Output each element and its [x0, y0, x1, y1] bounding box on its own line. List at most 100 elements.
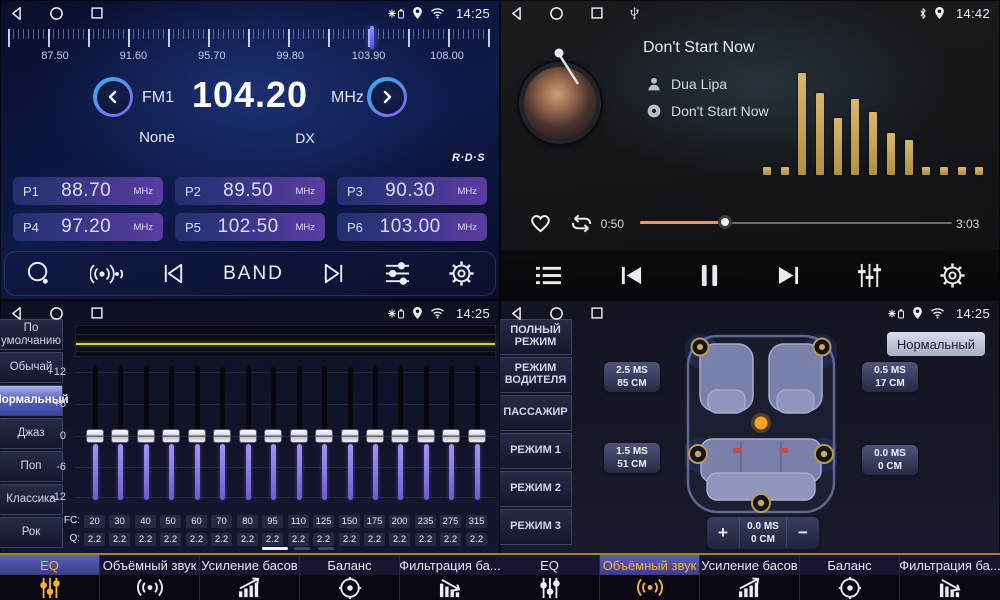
fc-value-13[interactable]: 200 [389, 515, 410, 528]
eq-band-slider-6[interactable] [209, 364, 235, 504]
preset-button-p3[interactable]: P3 90.30 MHz [337, 177, 487, 205]
fc-value-8[interactable]: 95 [262, 515, 283, 528]
preset-button-p2[interactable]: P2 89.50 MHz [175, 177, 325, 205]
eq-band-slider-3[interactable] [133, 364, 159, 504]
tab-eq[interactable]: EQ [0, 555, 100, 600]
preset-button-p1[interactable]: P1 88.70 MHz [13, 177, 163, 205]
eq-band-slider-7[interactable] [235, 364, 261, 504]
fc-value-16[interactable]: 315 [466, 515, 487, 528]
tab-balance[interactable]: Баланс [300, 555, 400, 600]
fc-value-9[interactable]: 110 [288, 515, 309, 528]
eq-band-slider-2[interactable] [107, 364, 133, 504]
q-value-6[interactable]: 2.2 [211, 533, 232, 546]
tab-bass-filter[interactable]: Фильтрация ба... [400, 555, 500, 600]
q-value-15[interactable]: 2.2 [440, 533, 461, 546]
tab-bass-boost[interactable]: Усиление басов [200, 555, 300, 600]
progress-knob[interactable] [718, 215, 732, 229]
mode-3[interactable]: РЕЖИМ 1 [500, 433, 572, 469]
preset-button-p5[interactable]: P5 102.50 MHz [175, 213, 325, 241]
recents-icon[interactable] [90, 306, 104, 320]
eq-band-slider-1[interactable] [82, 364, 108, 504]
previous-station-icon[interactable] [160, 261, 187, 286]
fc-value-10[interactable]: 125 [313, 515, 334, 528]
back-icon[interactable] [510, 6, 523, 21]
back-icon[interactable] [10, 6, 23, 21]
tab-bass-boost[interactable]: Усиление басов [700, 555, 800, 600]
next-track-icon[interactable] [776, 264, 801, 287]
q-value-14[interactable]: 2.2 [415, 533, 436, 546]
q-value-13[interactable]: 2.2 [389, 533, 410, 546]
page-dash[interactable] [318, 547, 334, 550]
fc-value-6[interactable]: 70 [211, 515, 232, 528]
recents-icon[interactable] [590, 306, 604, 320]
preset-button-p4[interactable]: P4 97.20 MHz [13, 213, 163, 241]
previous-track-icon[interactable] [619, 264, 644, 287]
q-value-3[interactable]: 2.2 [135, 533, 156, 546]
page-dash[interactable] [294, 547, 310, 550]
eq-band-slider-10[interactable] [311, 364, 337, 504]
eq-preset-3[interactable]: Джаз [0, 418, 63, 449]
eq-band-slider-12[interactable] [362, 364, 388, 504]
tab-bass-filter[interactable]: Фильтрация ба... [900, 555, 1000, 600]
equalizer-icon[interactable] [383, 260, 412, 287]
delay-rear-left[interactable]: 1.5 MS51 CM [604, 443, 660, 473]
fc-value-1[interactable]: 20 [84, 515, 105, 528]
fc-value-2[interactable]: 30 [109, 515, 130, 528]
q-value-7[interactable]: 2.2 [237, 533, 258, 546]
next-station-icon[interactable] [320, 261, 347, 286]
settings-gear-icon[interactable] [939, 262, 966, 289]
eq-band-slider-11[interactable] [337, 364, 363, 504]
tab-surround-sound[interactable]: Объёмный звук [100, 555, 200, 600]
fc-value-11[interactable]: 150 [339, 515, 360, 528]
tab-balance[interactable]: Баланс [800, 555, 900, 600]
eq-preset-6[interactable]: Рок [0, 517, 63, 548]
fc-value-5[interactable]: 60 [186, 515, 207, 528]
fc-value-14[interactable]: 235 [415, 515, 436, 528]
settings-gear-icon[interactable] [448, 260, 475, 287]
eq-band-slider-15[interactable] [438, 364, 464, 504]
home-icon[interactable] [49, 306, 64, 321]
tab-eq[interactable]: EQ [500, 555, 600, 600]
q-value-16[interactable]: 2.2 [466, 533, 487, 546]
q-value-12[interactable]: 2.2 [364, 533, 385, 546]
mode-2[interactable]: ПАССАЖИР [500, 395, 572, 431]
fc-value-4[interactable]: 50 [160, 515, 181, 528]
q-value-1[interactable]: 2.2 [84, 533, 105, 546]
q-value-8[interactable]: 2.2 [262, 533, 283, 546]
home-icon[interactable] [549, 6, 564, 21]
q-value-2[interactable]: 2.2 [109, 533, 130, 546]
back-icon[interactable] [10, 306, 23, 321]
playlist-icon[interactable] [534, 264, 563, 287]
page-dash[interactable] [262, 547, 288, 550]
eq-band-slider-5[interactable] [184, 364, 210, 504]
back-icon[interactable] [510, 306, 523, 321]
eq-band-slider-16[interactable] [464, 364, 490, 504]
delay-plus-button[interactable]: + [707, 517, 740, 549]
audio-settings-icon[interactable] [856, 262, 883, 289]
eq-band-slider-13[interactable] [387, 364, 413, 504]
favorite-heart-icon[interactable] [528, 211, 553, 239]
eq-band-slider-8[interactable] [260, 364, 286, 504]
fc-value-15[interactable]: 275 [440, 515, 461, 528]
recents-icon[interactable] [590, 6, 604, 20]
q-value-5[interactable]: 2.2 [186, 533, 207, 546]
band-button[interactable]: BAND [223, 263, 284, 285]
mode-1[interactable]: РЕЖИМ ВОДИТЕЛЯ [500, 357, 572, 393]
delay-front-right[interactable]: 0.5 MS17 CM [862, 362, 918, 392]
pause-icon[interactable] [699, 263, 720, 288]
broadcast-icon[interactable] [90, 259, 124, 289]
scan-icon[interactable] [25, 259, 54, 288]
eq-band-slider-4[interactable] [158, 364, 184, 504]
q-value-10[interactable]: 2.2 [313, 533, 334, 546]
home-icon[interactable] [549, 306, 564, 321]
recents-icon[interactable] [90, 6, 104, 20]
delay-minus-button[interactable]: − [786, 517, 819, 549]
fc-value-3[interactable]: 40 [135, 515, 156, 528]
delay-rear-right[interactable]: 0.0 MS0 CM [862, 445, 918, 475]
preset-button-p6[interactable]: P6 103.00 MHz [337, 213, 487, 241]
q-value-9[interactable]: 2.2 [288, 533, 309, 546]
eq-preset-4[interactable]: Поп [0, 451, 63, 482]
eq-band-slider-14[interactable] [413, 364, 439, 504]
fc-value-12[interactable]: 175 [364, 515, 385, 528]
q-value-11[interactable]: 2.2 [339, 533, 360, 546]
